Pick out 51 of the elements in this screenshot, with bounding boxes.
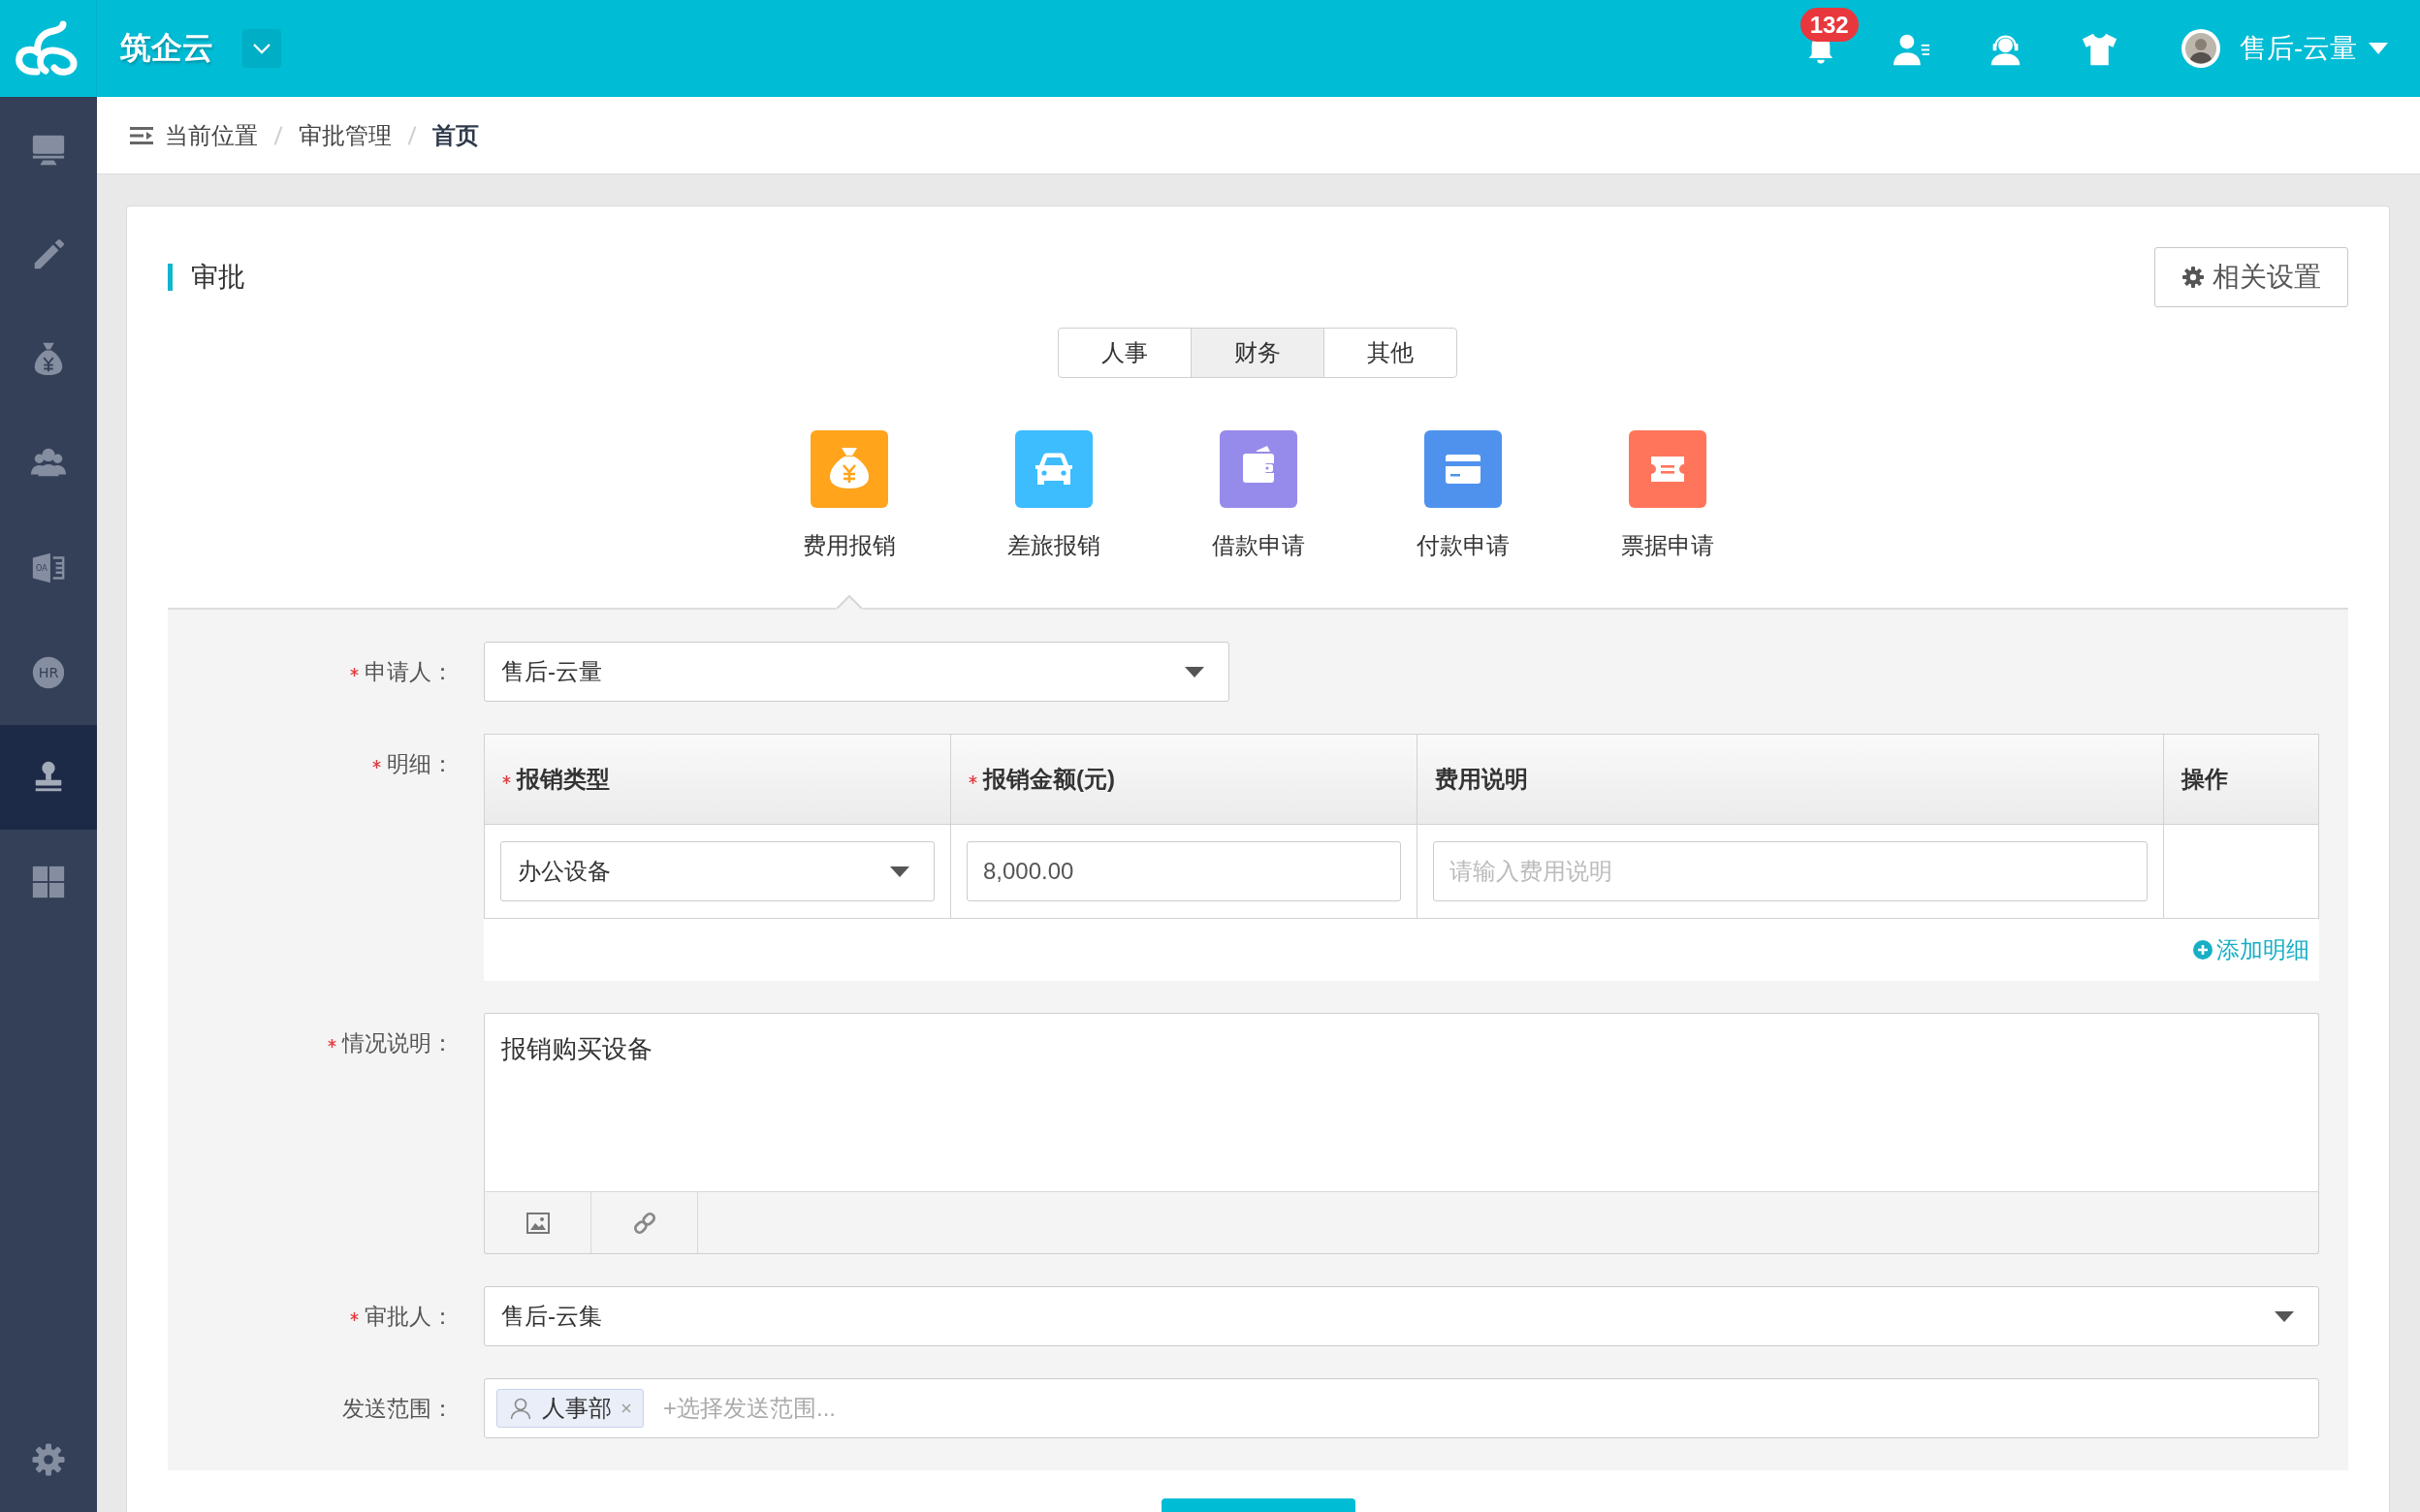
tab[interactable]: 其他	[1323, 328, 1457, 378]
app-shortcut[interactable]: 付款申请	[1416, 430, 1510, 560]
text-area-field[interactable]: 报销购买设备	[484, 1013, 2319, 1191]
settings-button[interactable]: 相关设置	[2154, 247, 2348, 307]
title-accent-bar	[168, 264, 173, 291]
dropdown-button[interactable]	[242, 29, 281, 68]
select-field[interactable]: 售后-云集	[484, 1286, 2319, 1346]
column-title: 报销类型	[517, 765, 610, 794]
field-label: 申请人：	[365, 658, 454, 686]
caret-down-icon	[890, 866, 909, 877]
app-shortcut[interactable]: 差旅报销	[1006, 430, 1100, 560]
select-field[interactable]: 办公设备	[500, 841, 935, 901]
image-icon	[525, 1212, 550, 1234]
tab[interactable]: 财务	[1191, 328, 1324, 378]
input-field[interactable]: 8,000.00	[967, 841, 1401, 901]
select-field[interactable]: 售后-云量	[484, 642, 1229, 702]
column-title: 费用说明	[1435, 765, 1528, 794]
column-title: 操作	[2181, 765, 2228, 794]
field-label: 审批人：	[365, 1303, 454, 1331]
breadcrumb-link[interactable]: 审批管理	[299, 119, 392, 151]
settings-icon[interactable]	[31, 1442, 66, 1477]
person-icon	[509, 1397, 532, 1420]
send-scope-field[interactable]: 人事部 +选择发送范围...	[484, 1378, 2319, 1438]
breadcrumb-link[interactable]: 首页	[432, 119, 479, 151]
scope-input[interactable]: +选择发送范围...	[663, 1395, 2307, 1422]
app-shortcut[interactable]: 借款申请	[1211, 430, 1305, 560]
plus-circle-icon	[2193, 940, 2213, 960]
sidebar-item[interactable]	[0, 725, 97, 830]
caret-down-icon	[2275, 1310, 2294, 1322]
notification-badge: 132	[1799, 7, 1859, 42]
app-shortcut[interactable]: 票据申请	[1620, 430, 1714, 560]
field-label: 情况说明：	[342, 1029, 454, 1057]
tab[interactable]: 人事	[1058, 328, 1192, 378]
field-label: 发送范围：	[342, 1395, 454, 1423]
card-title: 审批	[191, 261, 245, 294]
shirt-icon[interactable]	[2081, 31, 2118, 66]
caret-down-icon	[1185, 666, 1204, 677]
avatar-icon[interactable]	[2181, 29, 2220, 68]
tag-label: 人事部	[542, 1394, 612, 1423]
close-icon[interactable]	[621, 1403, 631, 1413]
field-label: 明细：	[387, 750, 454, 778]
column-title: 报销金额(元)	[983, 765, 1115, 794]
menu-indent-icon[interactable]	[130, 125, 153, 145]
input-field[interactable]: 请输入费用说明	[1433, 841, 2148, 901]
caret-down-icon[interactable]	[2369, 43, 2388, 54]
chevron-down-icon	[252, 43, 271, 54]
breadcrumb-label: 当前位置	[165, 120, 258, 150]
grid-icon	[30, 864, 67, 900]
hr-badge-icon: HR	[30, 654, 67, 691]
brand-name: 筑企云	[120, 29, 213, 67]
app-shortcut[interactable]: 费用报销	[802, 430, 896, 560]
